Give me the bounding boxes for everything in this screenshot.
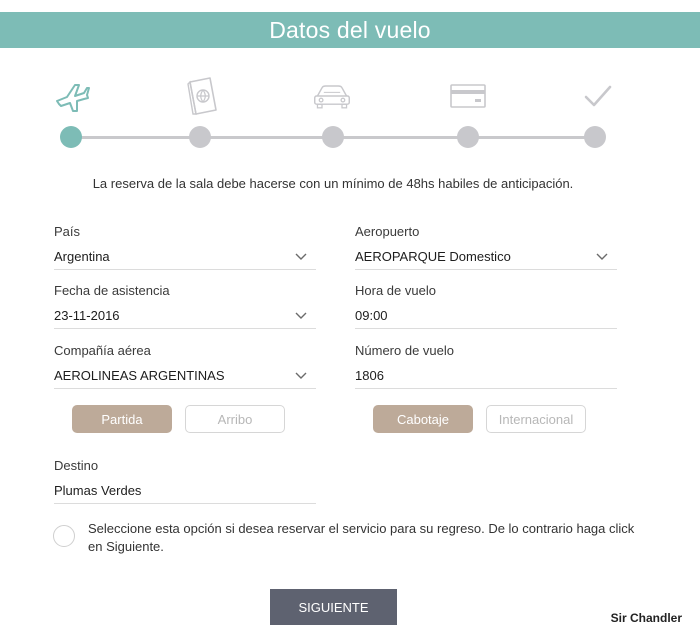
return-radio[interactable] (53, 525, 75, 547)
partida-toggle[interactable]: Partida (72, 405, 172, 433)
numero-label: Número de vuelo (355, 343, 454, 358)
internacional-toggle[interactable]: Internacional (486, 405, 586, 433)
fecha-label: Fecha de asistencia (54, 283, 170, 298)
chevron-down-icon (596, 253, 608, 260)
checkmark-icon (578, 76, 618, 116)
arribo-toggle[interactable]: Arribo (185, 405, 285, 433)
aeropuerto-value: AEROPARQUE Domestico (355, 249, 511, 264)
compania-value: AEROLINEAS ARGENTINAS (54, 368, 225, 383)
car-icon (312, 76, 352, 116)
pais-value: Argentina (54, 249, 110, 264)
booking-notice: La reserva de la sala debe hacerse con u… (92, 176, 574, 191)
numero-field[interactable]: Número de vuelo 1806 (355, 343, 617, 389)
page-title: Datos del vuelo (269, 16, 431, 43)
compania-select[interactable]: Compañía aérea AEROLINEAS ARGENTINAS (54, 343, 316, 389)
destino-label: Destino (54, 458, 99, 473)
hora-value: 09:00 (355, 308, 388, 323)
hora-field[interactable]: Hora de vuelo 09:00 (355, 283, 617, 329)
pais-select[interactable]: País Argentina (54, 224, 316, 270)
chevron-down-icon (295, 372, 307, 379)
compania-label: Compañía aérea (54, 343, 151, 358)
steps-icons-row (0, 76, 700, 118)
step-dot-flight[interactable] (60, 126, 82, 148)
fecha-field[interactable]: Fecha de asistencia 23-11-2016 (54, 283, 316, 329)
step-dot-passport[interactable] (189, 126, 211, 148)
destino-field[interactable]: Destino Plumas Verdes (54, 458, 316, 504)
numero-value: 1806 (355, 368, 384, 383)
return-option-text: Seleccione esta opción si desea reservar… (88, 521, 635, 554)
destino-value: Plumas Verdes (54, 483, 142, 498)
aeropuerto-label: Aeropuerto (355, 224, 420, 239)
chevron-down-icon (295, 253, 307, 260)
chevron-down-icon (295, 312, 307, 319)
header-bar: Datos del vuelo (0, 12, 700, 48)
step-dot-payment[interactable] (457, 126, 479, 148)
watermark: Sir Chandler (610, 611, 682, 625)
siguiente-button[interactable]: SIGUIENTE (270, 589, 397, 625)
credit-card-icon (448, 76, 488, 116)
fecha-value: 23-11-2016 (54, 308, 120, 323)
step-dot-car[interactable] (322, 126, 344, 148)
airplane-icon (52, 76, 92, 116)
aeropuerto-select[interactable]: Aeropuerto AEROPARQUE Domestico (355, 224, 617, 270)
passport-icon (181, 76, 221, 116)
return-option[interactable]: Seleccione esta opción si desea reservar… (53, 519, 653, 559)
pais-label: País (54, 224, 81, 239)
cabotaje-toggle[interactable]: Cabotaje (373, 405, 473, 433)
step-dot-confirm[interactable] (584, 126, 606, 148)
hora-label: Hora de vuelo (355, 283, 436, 298)
